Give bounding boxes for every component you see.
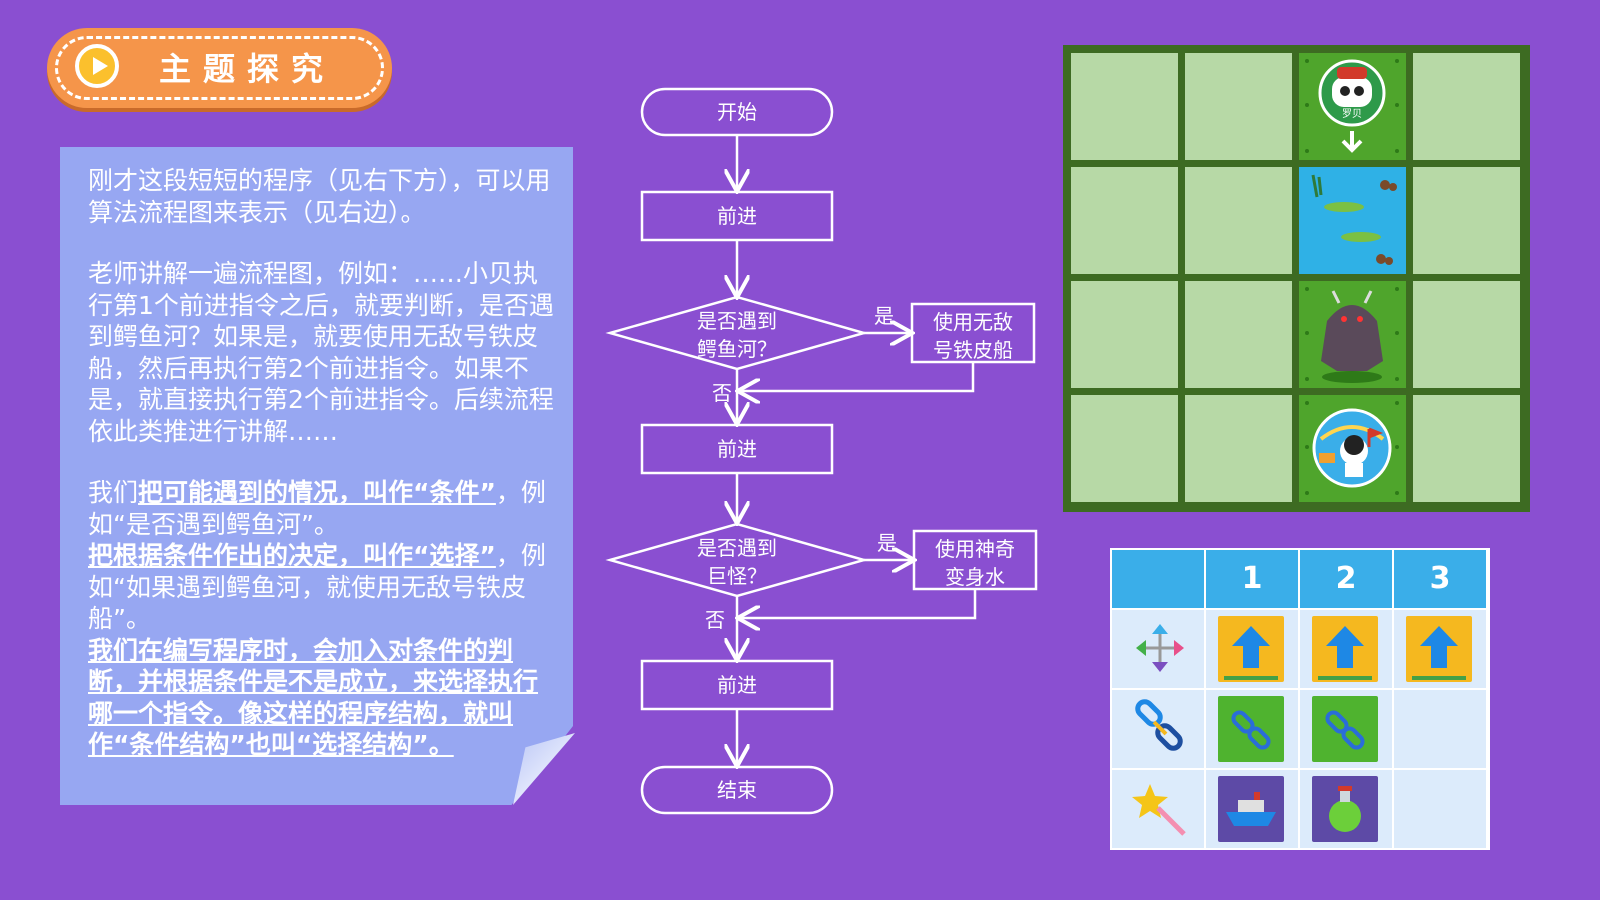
map-cell — [1185, 53, 1292, 160]
map-cell-start: 罗贝 — [1299, 53, 1406, 160]
up-arrow-icon — [1318, 626, 1372, 680]
play-icon — [75, 44, 119, 88]
step1-label: 前进 — [717, 204, 757, 228]
header-cell-empty — [1112, 550, 1204, 608]
map-cell — [1413, 53, 1520, 160]
end-label: 结束 — [717, 778, 757, 802]
chain-link-icon — [1135, 699, 1183, 751]
grass-dot — [1395, 377, 1399, 381]
boat-command-tile — [1218, 776, 1284, 842]
no1-label: 否 — [712, 381, 732, 405]
goal-icon — [1312, 408, 1392, 488]
forward-command-tile — [1312, 616, 1378, 682]
yes2-label: 是 — [877, 531, 897, 555]
forward-command-tile — [1406, 616, 1472, 682]
start-label: 开始 — [717, 100, 757, 124]
grass-dot — [1305, 287, 1309, 291]
table-cell — [1394, 770, 1486, 848]
decision1-line1: 是否遇到 — [697, 309, 777, 333]
map-cell — [1413, 395, 1520, 502]
map-cell — [1071, 167, 1178, 274]
crocodile-icon — [1311, 174, 1397, 265]
note-paragraph-explain: 老师讲解一遍流程图，例如：……小贝执行第1个前进指令之后，就要判断，是否遇到鳄鱼… — [88, 259, 554, 446]
grass-dot — [1395, 59, 1399, 63]
grass-dot — [1305, 331, 1309, 335]
grass-dot — [1305, 491, 1309, 495]
link-icon — [1231, 710, 1271, 750]
map-cell-crocodile-river — [1299, 167, 1406, 274]
decision2-line1: 是否遇到 — [697, 536, 777, 560]
note-paragraph-structure: 我们在编写程序时，会加入对条件的判断，并根据条件是不是成立，来选择执行哪一个指令… — [88, 635, 539, 760]
grass-dot — [1305, 445, 1309, 449]
section-title-badge: 主题探究 — [47, 28, 392, 108]
action1-line2: 号铁皮船 — [933, 338, 1013, 362]
header-step-3: 3 — [1394, 550, 1486, 608]
move-arrows-icon — [1136, 624, 1184, 672]
grass-dot — [1305, 377, 1309, 381]
game-map-grid: 罗贝 — [1063, 45, 1530, 512]
magic-star-icon — [1132, 784, 1186, 836]
choice-definition: 把根据条件作出的决定，叫作“选择” — [88, 541, 496, 570]
grass-dot — [1305, 103, 1309, 107]
grass-dot — [1305, 401, 1309, 405]
note-paragraph-intro: 刚才这段短短的程序（见右下方），可以用算法流程图来表示（见右边）。 — [88, 166, 551, 227]
up-arrow-icon — [1412, 626, 1466, 680]
boat-icon — [1226, 792, 1276, 826]
section-title: 主题探究 — [159, 50, 336, 88]
step3-label: 前进 — [717, 673, 757, 697]
action2-line2: 变身水 — [945, 565, 1005, 589]
link-command-tile — [1218, 696, 1284, 762]
map-cell — [1071, 53, 1178, 160]
grass-dot — [1395, 103, 1399, 107]
grass-dot — [1395, 491, 1399, 495]
no2-label: 否 — [705, 608, 725, 632]
map-cell-goal — [1299, 395, 1406, 502]
grass-dot — [1305, 59, 1309, 63]
condition-lead: 我们 — [88, 478, 139, 507]
yes1-label: 是 — [874, 304, 894, 328]
grass-dot — [1395, 149, 1399, 153]
decision2-line2: 巨怪？ — [707, 564, 767, 588]
map-cell — [1185, 395, 1292, 502]
link-command-tile — [1312, 696, 1378, 762]
map-cell — [1071, 281, 1178, 388]
command-table: 1 2 3 — [1110, 548, 1490, 850]
action1-line1: 使用无敌 — [933, 310, 1013, 334]
note-paragraph-condition: 我们把可能遇到的情况，叫作“条件”，例如“是否遇到鳄鱼河”。 — [88, 477, 558, 540]
condition-definition: 把可能遇到的情况，叫作“条件” — [138, 478, 496, 507]
forward-command-tile — [1218, 616, 1284, 682]
algorithm-flowchart: 开始 前进 是否遇到 鳄鱼河？ 是 使用无敌 号铁皮船 否 前进 是否遇到 巨怪… — [605, 87, 1038, 815]
monster-icon — [1321, 290, 1383, 383]
header-step-1: 1 — [1206, 550, 1298, 608]
link-icon — [1325, 710, 1365, 750]
header-step-2: 2 — [1300, 550, 1392, 608]
potion-icon — [1329, 786, 1361, 832]
grass-dot — [1305, 149, 1309, 153]
decision1-line2: 鳄鱼河？ — [697, 337, 777, 361]
map-cell — [1413, 281, 1520, 388]
potion-command-tile — [1312, 776, 1378, 842]
grass-dot — [1395, 445, 1399, 449]
note-paragraph-choice: 把根据条件作出的决定，叫作“选择”，例如“如果遇到鳄鱼河，就使用无敌号铁皮船”。 — [88, 540, 558, 635]
robot-icon: 罗贝 — [1318, 59, 1386, 153]
note-text: 刚才这段短短的程序（见右下方），可以用算法流程图来表示（见右边）。 老师讲解一遍… — [88, 165, 558, 761]
map-cell — [1413, 167, 1520, 274]
table-cell — [1394, 690, 1486, 768]
step2-label: 前进 — [717, 437, 757, 461]
grass-dot — [1395, 401, 1399, 405]
up-arrow-icon — [1224, 626, 1278, 680]
grass-dot — [1395, 287, 1399, 291]
action2-line1: 使用神奇 — [935, 537, 1015, 561]
map-cell — [1071, 395, 1178, 502]
map-cell — [1185, 281, 1292, 388]
robot-name-label: 罗贝 — [1342, 108, 1362, 120]
map-cell — [1185, 167, 1292, 274]
grass-dot — [1395, 331, 1399, 335]
map-cell-monster — [1299, 281, 1406, 388]
